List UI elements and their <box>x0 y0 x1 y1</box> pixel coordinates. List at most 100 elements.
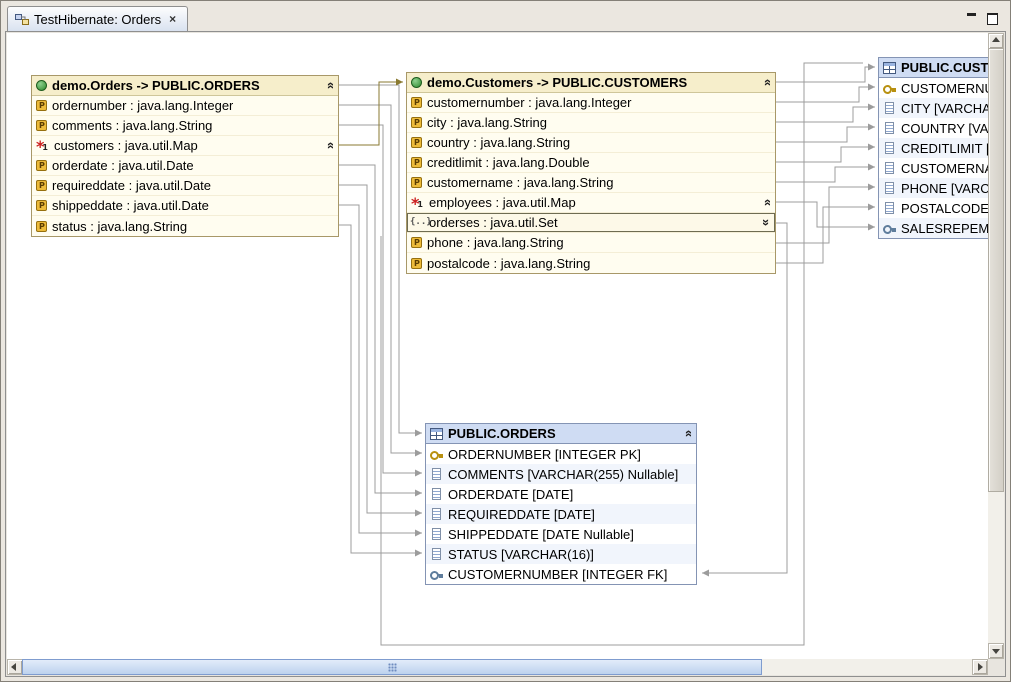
column-icon <box>885 182 894 194</box>
field-row[interactable]: comments : java.lang.String <box>32 116 338 136</box>
entity-box-demo-orders[interactable]: demo.Orders -> PUBLIC.ORDERS » ordernumb… <box>31 75 339 237</box>
field-row[interactable]: ordernumber : java.lang.Integer <box>32 96 338 116</box>
table-title: PUBLIC.CUST <box>901 60 988 75</box>
field-label: phone : java.lang.String <box>427 235 564 250</box>
field-label: country : java.lang.String <box>427 135 570 150</box>
field-row[interactable]: customers : java.util.Map» <box>32 136 338 156</box>
vertical-scroll-thumb[interactable] <box>988 48 1004 492</box>
scroll-up-icon[interactable] <box>988 33 1004 49</box>
column-label: STATUS [VARCHAR(16)] <box>448 547 594 562</box>
many-to-one-icon <box>36 139 49 152</box>
field-row[interactable]: country : java.lang.String <box>407 133 775 153</box>
entity-title: demo.Customers -> PUBLIC.CUSTOMERS <box>427 75 687 90</box>
field-label: city : java.lang.String <box>427 115 547 130</box>
column-row[interactable]: CITY [VARCHAR <box>879 98 988 118</box>
field-row[interactable]: city : java.lang.String <box>407 113 775 133</box>
diagram-canvas[interactable]: demo.Orders -> PUBLIC.ORDERS » ordernumb… <box>7 33 988 659</box>
field-label: creditlimit : java.lang.Double <box>427 155 590 170</box>
mapped-class-icon <box>36 80 47 91</box>
field-label: postalcode : java.lang.String <box>427 256 590 271</box>
column-label: POSTALCODE <box>901 201 988 216</box>
property-icon <box>36 221 47 232</box>
column-row[interactable]: SALESREPEMI <box>879 218 988 238</box>
column-label: SALESREPEMI <box>901 221 988 236</box>
column-icon <box>432 488 441 500</box>
horizontal-scroll-thumb[interactable] <box>22 659 762 675</box>
expand-icon[interactable]: » <box>760 216 773 229</box>
property-icon <box>411 117 422 128</box>
column-label: COMMENTS [VARCHAR(255) Nullable] <box>448 467 678 482</box>
entity-box-demo-customers[interactable]: demo.Customers -> PUBLIC.CUSTOMERS » cus… <box>406 72 776 274</box>
tab-title: TestHibernate: Orders <box>34 12 161 27</box>
primary-key-icon <box>883 82 896 95</box>
property-icon <box>36 120 47 131</box>
column-label: CUSTOMERNU <box>901 81 988 96</box>
property-icon <box>411 157 422 168</box>
field-row[interactable]: requireddate : java.util.Date <box>32 176 338 196</box>
vertical-scrollbar[interactable] <box>988 33 1004 659</box>
column-row[interactable]: POSTALCODE <box>879 198 988 218</box>
field-row[interactable]: status : java.lang.String <box>32 216 338 236</box>
entity-title: demo.Orders -> PUBLIC.ORDERS <box>52 78 260 93</box>
column-icon <box>885 162 894 174</box>
column-row[interactable]: CUSTOMERNA <box>879 158 988 178</box>
scroll-down-icon[interactable] <box>988 643 1004 659</box>
column-row[interactable]: CUSTOMERNUMBER [INTEGER FK] <box>426 564 696 584</box>
close-icon[interactable]: × <box>167 13 178 25</box>
property-icon <box>36 160 47 171</box>
column-row[interactable]: COUNTRY [VA <box>879 118 988 138</box>
field-row[interactable]: orderdate : java.util.Date <box>32 156 338 176</box>
property-icon <box>411 97 422 108</box>
horizontal-scrollbar[interactable] <box>7 659 988 675</box>
entity-header[interactable]: demo.Orders -> PUBLIC.ORDERS » <box>32 76 338 96</box>
column-icon <box>885 202 894 214</box>
field-row[interactable]: creditlimit : java.lang.Double <box>407 153 775 173</box>
table-box-public-customers[interactable]: PUBLIC.CUST » CUSTOMERNU CITY [VARCHAR C… <box>878 57 988 239</box>
entity-header[interactable]: demo.Customers -> PUBLIC.CUSTOMERS » <box>407 73 775 93</box>
collapse-icon[interactable]: » <box>323 79 336 92</box>
column-row[interactable]: CUSTOMERNU <box>879 78 988 98</box>
collapse-icon[interactable]: » <box>760 196 773 209</box>
property-icon <box>411 137 422 148</box>
column-row[interactable]: PHONE [VARC <box>879 178 988 198</box>
property-icon <box>36 100 47 111</box>
field-row[interactable]: phone : java.lang.String <box>407 233 775 253</box>
collapse-icon[interactable]: » <box>681 427 694 440</box>
field-row[interactable]: customername : java.lang.String <box>407 173 775 193</box>
column-row[interactable]: ORDERDATE [DATE] <box>426 484 696 504</box>
column-row[interactable]: CREDITLIMIT [ <box>879 138 988 158</box>
property-icon <box>411 258 422 269</box>
column-label: COUNTRY [VA <box>901 121 988 136</box>
field-row[interactable]: shippeddate : java.util.Date <box>32 196 338 216</box>
collapse-icon[interactable]: » <box>760 76 773 89</box>
table-header[interactable]: PUBLIC.ORDERS » <box>426 424 696 444</box>
table-header[interactable]: PUBLIC.CUST » <box>879 58 988 78</box>
column-row[interactable]: STATUS [VARCHAR(16)] <box>426 544 696 564</box>
column-label: CUSTOMERNA <box>901 161 988 176</box>
view-controls <box>966 12 998 24</box>
minimize-icon[interactable] <box>966 12 978 24</box>
column-icon <box>885 142 894 154</box>
field-row[interactable]: employees : java.util.Map» <box>407 193 775 213</box>
field-label: shippeddate : java.util.Date <box>52 198 209 213</box>
field-row-selected[interactable]: orderses : java.util.Set» <box>407 213 775 233</box>
editor-frame: demo.Orders -> PUBLIC.ORDERS » ordernumb… <box>5 31 1006 677</box>
field-label: orderdate : java.util.Date <box>52 158 194 173</box>
maximize-icon[interactable] <box>986 12 998 24</box>
table-box-public-orders[interactable]: PUBLIC.ORDERS » ORDERNUMBER [INTEGER PK]… <box>425 423 697 585</box>
field-row[interactable]: customernumber : java.lang.Integer <box>407 93 775 113</box>
column-row[interactable]: ORDERNUMBER [INTEGER PK] <box>426 444 696 464</box>
foreign-key-icon <box>883 222 896 235</box>
field-row[interactable]: postalcode : java.lang.String <box>407 253 775 273</box>
tab-testhibernate-orders[interactable]: TestHibernate: Orders × <box>7 6 188 31</box>
table-icon <box>430 428 443 440</box>
column-row[interactable]: SHIPPEDDATE [DATE Nullable] <box>426 524 696 544</box>
column-label: ORDERDATE [DATE] <box>448 487 573 502</box>
collapse-icon[interactable]: » <box>323 139 336 152</box>
field-label: status : java.lang.String <box>52 219 187 234</box>
column-row[interactable]: REQUIREDDATE [DATE] <box>426 504 696 524</box>
field-label: ordernumber : java.lang.Integer <box>52 98 233 113</box>
scroll-right-icon[interactable] <box>972 659 988 675</box>
scroll-left-icon[interactable] <box>7 659 23 675</box>
column-row[interactable]: COMMENTS [VARCHAR(255) Nullable] <box>426 464 696 484</box>
